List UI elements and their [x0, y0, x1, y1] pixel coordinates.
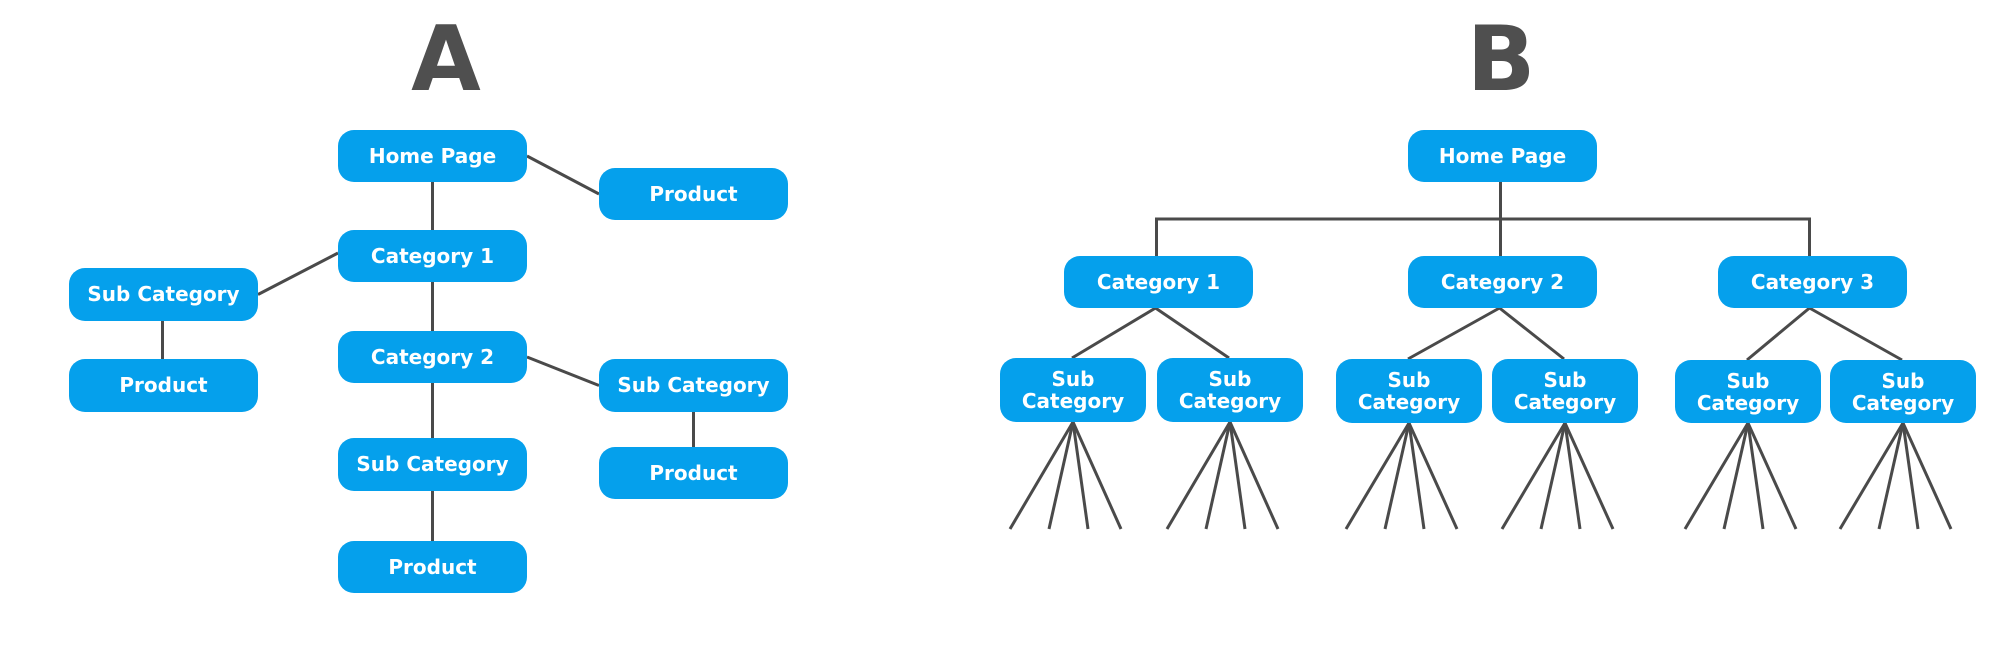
leaf-branch-b-sub3a-2 — [1722, 422, 1750, 530]
node-label: Sub Category — [87, 282, 240, 306]
leaf-branch-b-sub1a-1 — [1008, 421, 1075, 530]
leaf-branch-b-sub2a-1 — [1344, 422, 1411, 530]
leaf-branch-b-sub1b-2 — [1204, 421, 1232, 530]
node-label: Sub Category — [1513, 368, 1617, 414]
node-label: Category 1 — [1096, 269, 1221, 294]
node-label: Sub Category — [1178, 367, 1282, 413]
edge-b-cat2-to-b-sub2b — [1498, 306, 1565, 361]
node-label: Product — [649, 460, 738, 485]
node-b-sub1b: Sub Category — [1157, 358, 1303, 422]
node-label: Sub Category — [1357, 368, 1461, 414]
node-a-product-bottom: Product — [338, 541, 527, 593]
node-label: Product — [388, 554, 477, 579]
node-label: Category 2 — [370, 344, 495, 369]
edge-a-cat1-to-a-sub-left — [257, 251, 339, 296]
node-b-cat2: Category 2 — [1408, 256, 1597, 308]
node-b-sub2a: Sub Category — [1336, 359, 1482, 423]
edge-a-cat2-to-a-sub-right — [526, 355, 600, 387]
node-a-sub-left: Sub Category — [69, 268, 258, 321]
node-a-home: Home Page — [338, 130, 527, 182]
node-label: Home Page — [368, 143, 497, 168]
node-a-sub-right: Sub Category — [599, 359, 788, 412]
leaf-branch-b-sub3b-2 — [1877, 422, 1905, 530]
node-b-sub3a: Sub Category — [1675, 360, 1821, 423]
node-label: Sub Category — [1696, 368, 1800, 415]
edge-a-home-to-a-product-top — [526, 154, 600, 196]
leaf-branch-b-sub2b-2 — [1539, 422, 1567, 530]
node-a-cat1: Category 1 — [338, 230, 527, 282]
node-label: Sub Category — [617, 373, 770, 397]
node-label: Sub Category — [1851, 368, 1955, 415]
node-label: Product — [649, 181, 738, 206]
node-label: Home Page — [1438, 143, 1567, 168]
node-label: Sub Category — [356, 452, 509, 476]
edge-b-cat3-to-b-sub3a — [1746, 306, 1811, 362]
node-label: Product — [119, 373, 208, 397]
node-b-home: Home Page — [1408, 130, 1597, 182]
node-b-sub2b: Sub Category — [1492, 359, 1638, 423]
node-b-cat3: Category 3 — [1718, 256, 1907, 308]
edge-b-home-to-b-cat3 — [1499, 182, 1811, 256]
node-b-sub3b: Sub Category — [1830, 360, 1976, 423]
node-b-sub1a: Sub Category — [1000, 358, 1146, 422]
edge-b-home-to-b-cat1 — [1155, 182, 1502, 256]
node-a-product-right: Product — [599, 447, 788, 499]
node-label: Category 1 — [370, 243, 495, 268]
leaf-branch-b-sub3b-1 — [1838, 422, 1905, 530]
node-a-cat2: Category 2 — [338, 331, 527, 383]
node-label: Category 3 — [1750, 269, 1875, 294]
node-a-sub-mid: Sub Category — [338, 438, 527, 491]
leaf-branch-b-sub2a-2 — [1383, 422, 1411, 530]
leaf-branch-b-sub1a-2 — [1047, 421, 1075, 530]
edge-b-cat1-to-b-sub1b — [1154, 306, 1230, 360]
leaf-branch-b-sub3a-1 — [1683, 422, 1750, 530]
node-a-product-left: Product — [69, 359, 258, 412]
edge-b-cat3-to-b-sub3b — [1808, 306, 1903, 362]
node-a-product-top: Product — [599, 168, 788, 220]
connector-lines — [161, 154, 1953, 541]
node-b-cat1: Category 1 — [1064, 256, 1253, 308]
node-label: Sub Category — [1021, 367, 1125, 413]
leaf-branch-b-sub2b-1 — [1500, 422, 1567, 530]
leaf-branch-b-sub1b-1 — [1165, 421, 1232, 530]
edge-b-cat2-to-b-sub2a — [1407, 306, 1501, 361]
node-label: Category 2 — [1440, 269, 1565, 294]
edge-b-cat1-to-b-sub1a — [1071, 306, 1157, 360]
